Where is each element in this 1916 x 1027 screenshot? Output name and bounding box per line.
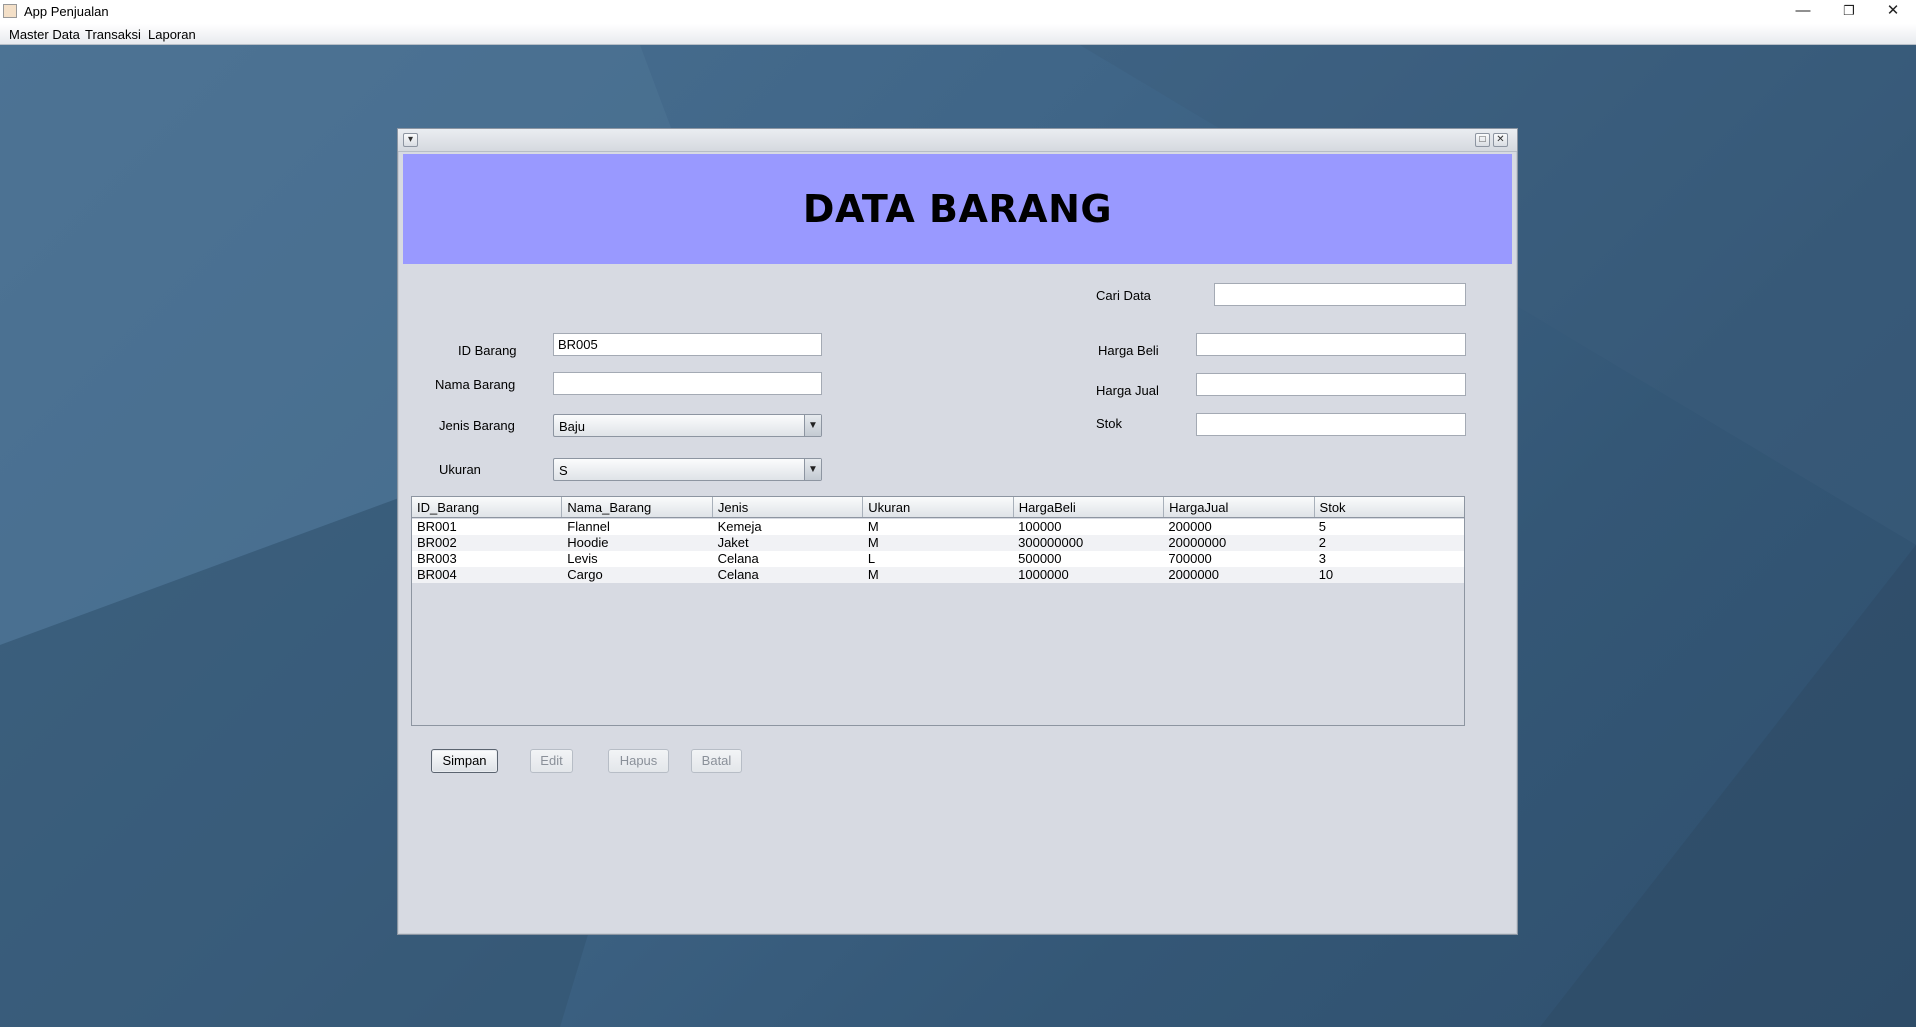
menu-master-data[interactable]: Master Data [9,27,80,42]
column-header-stok[interactable]: Stok [1315,497,1464,517]
ukuran-dropdown[interactable]: S ▼ [553,458,822,481]
batal-button[interactable]: Batal [691,749,742,773]
window-title-bar: App Penjualan — ❐ ✕ [0,0,1916,24]
table-cell: BR004 [417,567,457,582]
column-header-nama-barang[interactable]: Nama_Barang [562,497,713,517]
barang-table[interactable]: ID_Barang Nama_Barang Jenis Ukuran Harga… [411,496,1465,726]
menu-transaksi[interactable]: Transaksi [85,27,141,42]
nama-barang-field[interactable] [553,372,822,395]
table-cell: 500000 [1018,551,1062,566]
harga-jual-field[interactable] [1196,373,1466,396]
column-header-ukuran[interactable]: Ukuran [863,497,1014,517]
table-cell: 5 [1318,519,1326,534]
ukuran-selected: S [559,463,568,478]
table-cell: 3 [1318,551,1326,566]
table-cell: 300000000 [1018,535,1084,550]
table-cell: BR001 [417,519,457,534]
java-app-icon [3,4,17,18]
search-label: Cari Data [1096,288,1151,303]
system-menu-icon[interactable]: ▾ [403,133,418,147]
harga-jual-label: Harga Jual [1096,383,1159,398]
table-cell: BR003 [417,551,457,566]
table-cell: 2000000 [1168,567,1220,582]
menu-bar: Master Data Transaksi Laporan [0,24,1916,45]
column-header-id-barang[interactable]: ID_Barang [412,497,563,517]
table-cell: 100000 [1018,519,1062,534]
table-cell: 200000 [1168,519,1212,534]
table-body: BR001 Flannel Kemeja M 100000 200000 5 B… [412,519,1464,583]
table-cell: BR002 [417,535,457,550]
window-title: App Penjualan [24,4,109,19]
ukuran-label: Ukuran [439,462,481,477]
column-header-jenis[interactable]: Jenis [713,497,864,517]
chevron-down-icon[interactable]: ▼ [804,459,821,480]
harga-beli-label: Harga Beli [1098,343,1159,358]
edit-button[interactable]: Edit [530,749,573,773]
table-cell: Celana [717,551,759,566]
jenis-barang-dropdown[interactable]: Baju ▼ [553,414,822,437]
table-cell: M [867,567,879,582]
table-cell: 1000000 [1018,567,1069,582]
close-window-icon[interactable]: ✕ [1870,0,1916,24]
table-cell: Hoodie [567,535,609,550]
table-header: ID_Barang Nama_Barang Jenis Ukuran Harga… [412,497,1464,518]
search-input[interactable] [1214,283,1466,306]
data-barang-internal-frame: ▾ □ ✕ DATA BARANG Cari Data ID Barang Na… [397,128,1518,935]
simpan-button[interactable]: Simpan [431,749,498,773]
menu-laporan[interactable]: Laporan [148,27,196,42]
close-frame-icon[interactable]: ✕ [1493,133,1508,147]
column-header-harga-jual[interactable]: HargaJual [1164,497,1315,517]
table-cell: Levis [567,551,598,566]
table-row[interactable]: BR002 Hoodie Jaket M 300000000 20000000 … [412,535,1464,551]
table-cell: Celana [717,567,759,582]
restore-icon[interactable]: ❐ [1826,0,1872,24]
column-header-harga-beli[interactable]: HargaBeli [1014,497,1165,517]
harga-beli-field[interactable] [1196,333,1466,356]
internal-frame-title-bar[interactable]: ▾ □ ✕ [398,129,1517,152]
stok-label: Stok [1096,416,1123,431]
id-barang-field[interactable] [553,333,822,356]
table-cell: Jaket [717,535,749,550]
table-cell: M [867,519,879,534]
hapus-button[interactable]: Hapus [608,749,669,773]
id-barang-label: ID Barang [458,343,517,358]
table-cell: 10 [1318,567,1334,582]
table-row[interactable]: BR004 Cargo Celana M 1000000 2000000 10 [412,567,1464,583]
table-cell: 700000 [1168,551,1212,566]
chevron-down-icon[interactable]: ▼ [804,415,821,436]
table-cell: M [867,535,879,550]
table-cell: 20000000 [1168,535,1227,550]
table-cell: Cargo [567,567,603,582]
page-title: DATA BARANG [802,187,1113,231]
jenis-barang-selected: Baju [559,419,586,434]
table-cell: Kemeja [717,519,762,534]
minimize-icon[interactable]: — [1780,0,1826,24]
table-row[interactable]: BR001 Flannel Kemeja M 100000 200000 5 [412,519,1464,535]
maximize-frame-icon[interactable]: □ [1475,133,1490,147]
stok-field[interactable] [1196,413,1466,436]
table-cell: 2 [1318,535,1326,550]
table-cell: Flannel [567,519,610,534]
table-row[interactable]: BR003 Levis Celana L 500000 700000 3 [412,551,1464,567]
table-cell: L [867,551,876,566]
nama-barang-label: Nama Barang [435,377,516,392]
jenis-barang-label: Jenis Barang [439,418,515,433]
header-banner: DATA BARANG [403,154,1512,264]
